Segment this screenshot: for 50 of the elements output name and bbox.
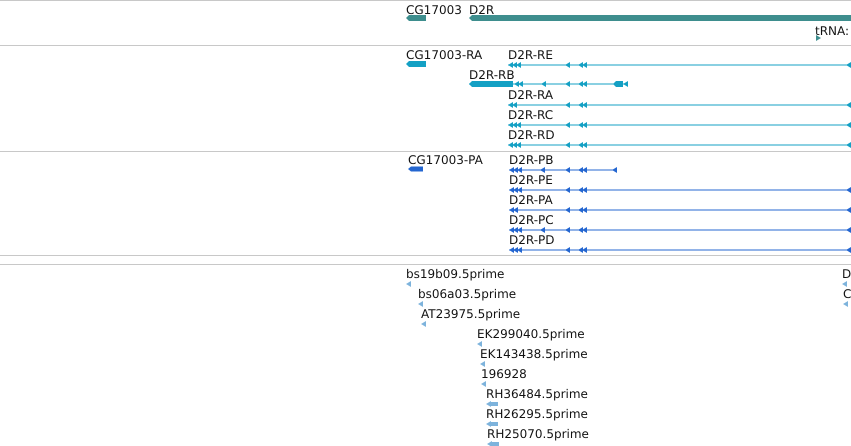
- transcript-glyph[interactable]: [507, 101, 851, 109]
- protein-glyph[interactable]: [407, 165, 425, 173]
- feature-label: EK299040.5prime: [477, 327, 585, 341]
- est-glyph[interactable]: [479, 360, 486, 368]
- feature-label: D2R-PA: [509, 193, 553, 207]
- feature-label: C: [843, 287, 851, 301]
- transcript-glyph[interactable]: [507, 61, 851, 69]
- protein-glyph[interactable]: [508, 186, 851, 194]
- feature-label: D2R-PC: [509, 213, 554, 227]
- feature-label: D2R-RC: [508, 108, 554, 122]
- feature-label: D2R-RD: [508, 128, 555, 142]
- feature-label: RH26295.5prime: [486, 407, 588, 421]
- protein-glyph[interactable]: [508, 226, 851, 234]
- feature-label: AT23975.5prime: [421, 307, 520, 321]
- feature-label: RH36484.5prime: [486, 387, 588, 401]
- est-glyph[interactable]: [485, 420, 500, 428]
- feature-label: D2R-RE: [508, 48, 553, 62]
- protein-glyph[interactable]: [508, 166, 618, 174]
- transcript-glyph[interactable]: [507, 121, 851, 129]
- est-glyph[interactable]: [476, 340, 483, 348]
- est-glyph[interactable]: [485, 400, 500, 408]
- feature-label: bs06a03.5prime: [418, 287, 516, 301]
- est-glyph[interactable]: [842, 300, 849, 308]
- est-glyph[interactable]: [841, 280, 848, 288]
- feature-label: RH25070.5prime: [487, 427, 589, 441]
- transcript-glyph[interactable]: [468, 80, 629, 88]
- feature-label: D2R-RA: [508, 88, 554, 102]
- est-glyph[interactable]: [420, 320, 427, 328]
- feature-label: D2R-PE: [509, 173, 553, 187]
- feature-label: tRNA:: [815, 24, 850, 38]
- feature-label: EK143438.5prime: [480, 347, 588, 361]
- protein-glyph[interactable]: [508, 206, 851, 214]
- gene-glyph[interactable]: [814, 34, 823, 42]
- protein-glyph[interactable]: [508, 246, 851, 254]
- est-glyph[interactable]: [486, 440, 501, 446]
- feature-label: 196928: [481, 367, 527, 381]
- feature-label: D: [842, 267, 851, 281]
- est-glyph[interactable]: [417, 300, 424, 308]
- est-glyph[interactable]: [405, 280, 412, 288]
- feature-label: D2R-PD: [509, 233, 555, 247]
- feature-label: D2R-PB: [509, 153, 554, 167]
- feature-label: CG17003-RA: [406, 48, 482, 62]
- feature-label: CG17003: [406, 3, 462, 17]
- feature-label: CG17003-PA: [408, 153, 483, 167]
- transcript-glyph[interactable]: [507, 141, 851, 149]
- est-glyph[interactable]: [480, 380, 487, 388]
- feature-label: D2R-RB: [469, 68, 515, 82]
- feature-label: D2R: [469, 3, 494, 17]
- feature-label: bs19b09.5prime: [406, 267, 504, 281]
- transcript-glyph[interactable]: [405, 60, 428, 68]
